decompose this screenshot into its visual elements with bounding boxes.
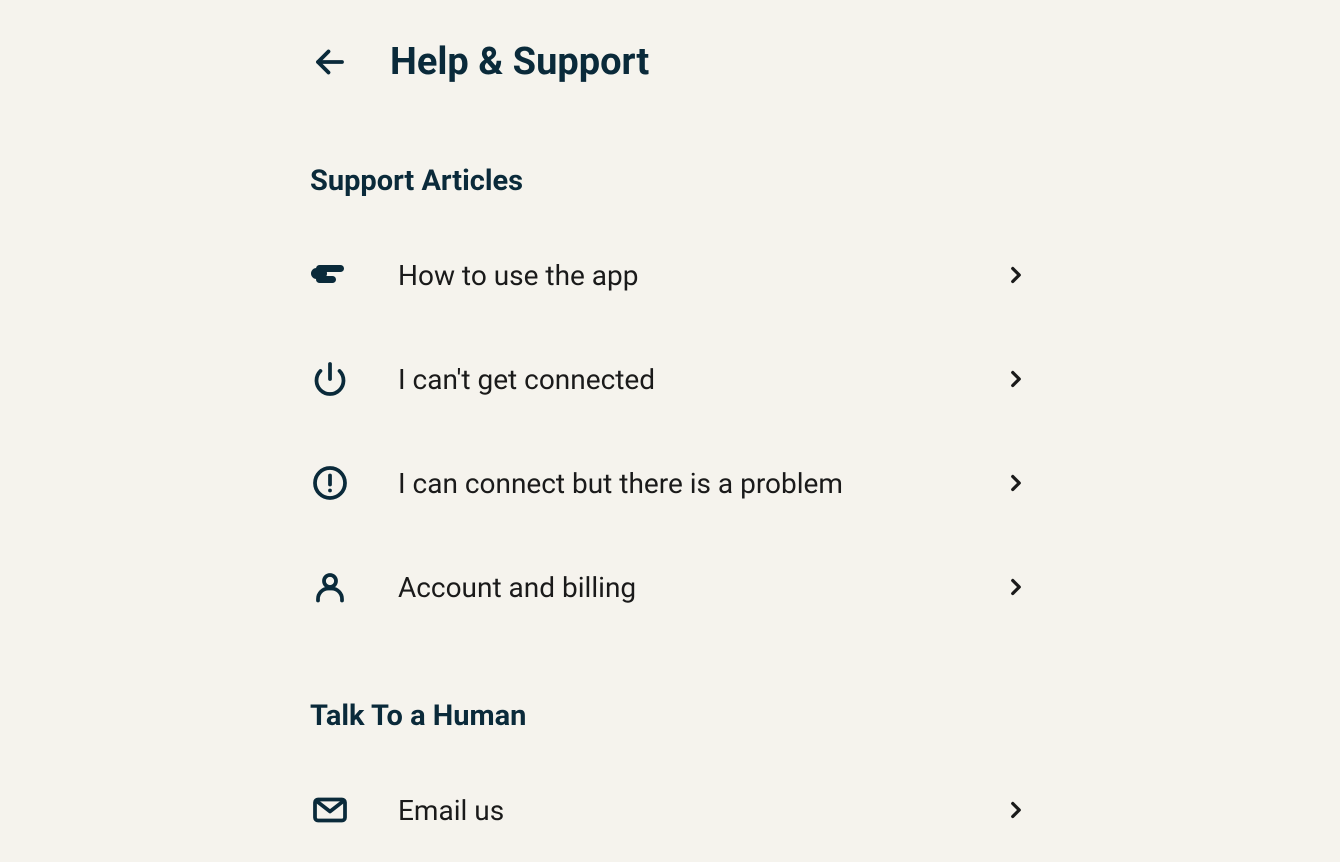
row-cant-get-connected[interactable]: I can't get connected — [310, 327, 1030, 431]
app-logo-icon — [310, 255, 350, 295]
page-title: Help & Support — [390, 40, 649, 84]
chevron-right-icon — [1002, 365, 1030, 393]
row-label: Email us — [398, 794, 954, 827]
row-email-us[interactable]: Email us — [310, 758, 1030, 862]
user-icon — [310, 567, 350, 607]
row-label: I can connect but there is a problem — [398, 467, 954, 500]
arrow-left-icon — [312, 44, 348, 80]
section-title-talk-to-human: Talk To a Human — [310, 699, 1030, 733]
power-icon — [310, 359, 350, 399]
alert-circle-icon — [310, 463, 350, 503]
mail-icon — [310, 790, 350, 830]
row-label: Account and billing — [398, 571, 954, 604]
row-connect-but-problem[interactable]: I can connect but there is a problem — [310, 431, 1030, 535]
chevron-right-icon — [1002, 573, 1030, 601]
section-talk-to-human: Talk To a Human Email us — [270, 699, 1070, 862]
row-account-billing[interactable]: Account and billing — [310, 535, 1030, 639]
row-label: I can't get connected — [398, 363, 954, 396]
page-header: Help & Support — [270, 0, 1070, 104]
chevron-right-icon — [1002, 796, 1030, 824]
row-label: How to use the app — [398, 259, 954, 292]
chevron-right-icon — [1002, 261, 1030, 289]
help-support-page: Help & Support Support Articles How to u… — [270, 0, 1070, 844]
row-how-to-use-app[interactable]: How to use the app — [310, 223, 1030, 327]
section-title-support-articles: Support Articles — [310, 164, 1030, 198]
section-support-articles: Support Articles How to use the app — [270, 164, 1070, 639]
chevron-right-icon — [1002, 469, 1030, 497]
back-button[interactable] — [310, 42, 350, 82]
